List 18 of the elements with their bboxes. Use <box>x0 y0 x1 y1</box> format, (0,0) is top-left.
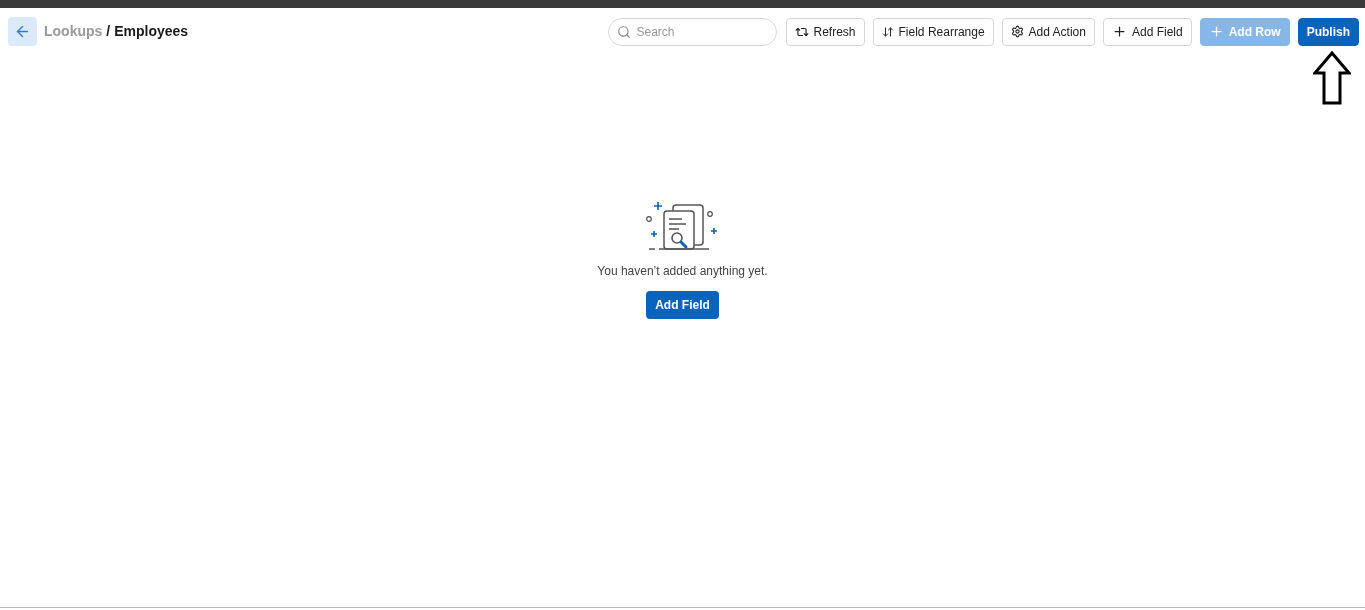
toolbar-button[interactable]: Add Action <box>1001 17 1095 46</box>
empty-state-message: You haven’t added anything yet. <box>597 263 768 280</box>
back-button[interactable] <box>8 17 37 46</box>
toolbar-button[interactable]: Refresh <box>785 17 865 46</box>
plus-icon <box>1111 24 1127 39</box>
toolbar-button[interactable]: Add Field <box>1102 17 1192 46</box>
toolbar-button[interactable]: Field Rearrange <box>872 17 994 46</box>
sort-icon <box>881 25 894 38</box>
up-arrow-annotation <box>1313 51 1351 105</box>
add-field-button[interactable]: Add Field <box>646 291 719 319</box>
back-icon <box>14 23 31 40</box>
breadcrumb-separator: / <box>105 23 112 39</box>
search-icon <box>616 24 631 39</box>
settings-icon <box>1010 25 1024 38</box>
search-field[interactable]: Search <box>607 17 777 46</box>
page-title: Employees <box>114 23 189 39</box>
toolbar-button[interactable]: Publish <box>1297 17 1359 46</box>
plus-icon <box>1208 24 1224 39</box>
